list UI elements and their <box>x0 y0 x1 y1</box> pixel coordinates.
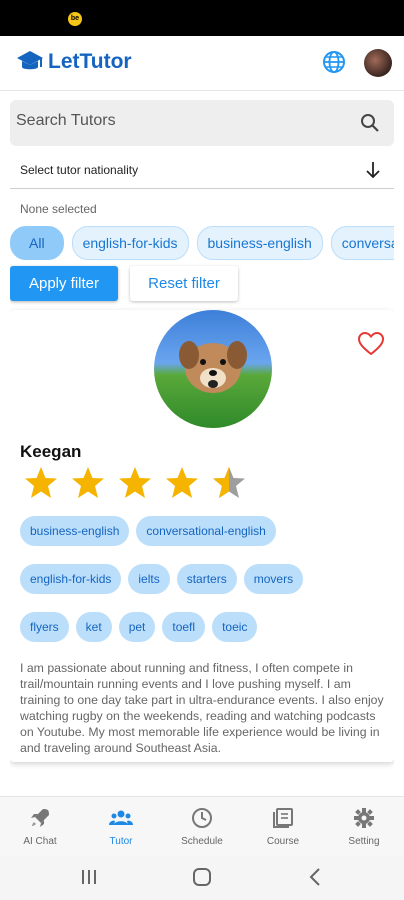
app-bar: LetTutor <box>0 36 404 91</box>
dog-image <box>179 341 247 393</box>
tag: starters <box>176 564 237 594</box>
tag: ket <box>75 612 112 642</box>
nav-setting[interactable]: Setting <box>324 807 404 847</box>
tag: business-english <box>20 516 130 546</box>
chip-all[interactable]: All <box>10 226 64 260</box>
chip-conversational-english[interactable]: conversational-english <box>330 226 394 260</box>
tag-row: business-english conversational-english <box>20 516 390 564</box>
tag: ielts <box>128 564 170 594</box>
nav-course[interactable]: Course <box>243 807 323 847</box>
nationality-select[interactable]: Select tutor nationality <box>10 152 394 189</box>
search-icon[interactable] <box>360 113 380 133</box>
apply-filter-button[interactable]: Apply filter <box>10 266 118 301</box>
rocket-icon <box>31 809 49 827</box>
system-navigation-bar <box>0 856 404 900</box>
star-icon <box>25 467 57 498</box>
favorite-heart-icon[interactable] <box>358 332 384 356</box>
user-avatar[interactable] <box>364 49 392 77</box>
tag: pet <box>118 612 156 642</box>
tutor-specialties: business-english conversational-english e… <box>20 516 390 660</box>
recent-apps-icon[interactable] <box>80 868 98 886</box>
tutor-avatar[interactable] <box>154 310 272 428</box>
nav-label: AI Chat <box>23 836 57 847</box>
tag-row: flyers ket pet toefl toeic <box>20 612 390 660</box>
graduation-cap-icon <box>17 51 43 70</box>
people-icon <box>109 810 133 825</box>
globe-icon[interactable] <box>322 50 346 74</box>
tutor-name: Keegan <box>20 442 82 461</box>
tag: conversational-english <box>136 516 276 546</box>
nav-schedule[interactable]: Schedule <box>162 807 242 847</box>
gear-icon <box>354 808 374 828</box>
status-bar: be <box>0 0 404 36</box>
home-icon[interactable] <box>192 867 212 887</box>
tag: flyers <box>20 612 69 642</box>
star-icon <box>72 467 104 498</box>
tag: english-for-kids <box>20 564 122 594</box>
clock-icon <box>192 808 212 828</box>
nav-label: Tutor <box>109 836 133 847</box>
tag: toeic <box>212 612 258 642</box>
search-input[interactable]: Search Tutors <box>16 112 116 130</box>
notification-icon: be <box>68 12 82 26</box>
back-icon[interactable] <box>308 867 322 887</box>
chip-english-for-kids[interactable]: english-for-kids <box>71 226 189 260</box>
tag-row: english-for-kids ielts starters movers <box>20 564 390 612</box>
tag: movers <box>243 564 304 594</box>
specialty-chips: All english-for-kids business-english conve… <box>10 226 394 260</box>
star-icon <box>119 467 151 498</box>
nav-ai-chat[interactable]: AI Chat <box>0 807 80 847</box>
star-icon <box>166 467 198 498</box>
tutor-card[interactable]: Keegan business-english conversational-en… <box>10 310 394 762</box>
app-title: LetTutor <box>48 50 132 73</box>
chip-business-english[interactable]: business-english <box>196 226 323 260</box>
bottom-navigation: AI Chat Tutor Schedule Course Setting <box>0 796 404 857</box>
nav-tutor[interactable]: Tutor <box>81 807 161 847</box>
arrow-down-icon[interactable] <box>364 160 382 180</box>
reset-filter-button[interactable]: Reset filter <box>130 266 238 301</box>
nav-label: Course <box>266 836 300 847</box>
tutor-list-page: Search Tutors Select tutor nationality N… <box>10 98 394 788</box>
nationality-select-label: Select tutor nationality <box>20 163 139 177</box>
search-bar[interactable]: Search Tutors <box>10 100 394 146</box>
tag: toefl <box>162 612 206 642</box>
tutor-bio: I am passionate about running and fitnes… <box>20 661 384 755</box>
nav-label: Setting <box>348 836 380 847</box>
selection-status: None selected <box>20 202 97 216</box>
nav-label: Schedule <box>181 836 223 847</box>
book-icon <box>273 808 293 828</box>
rating-stars <box>25 467 245 498</box>
